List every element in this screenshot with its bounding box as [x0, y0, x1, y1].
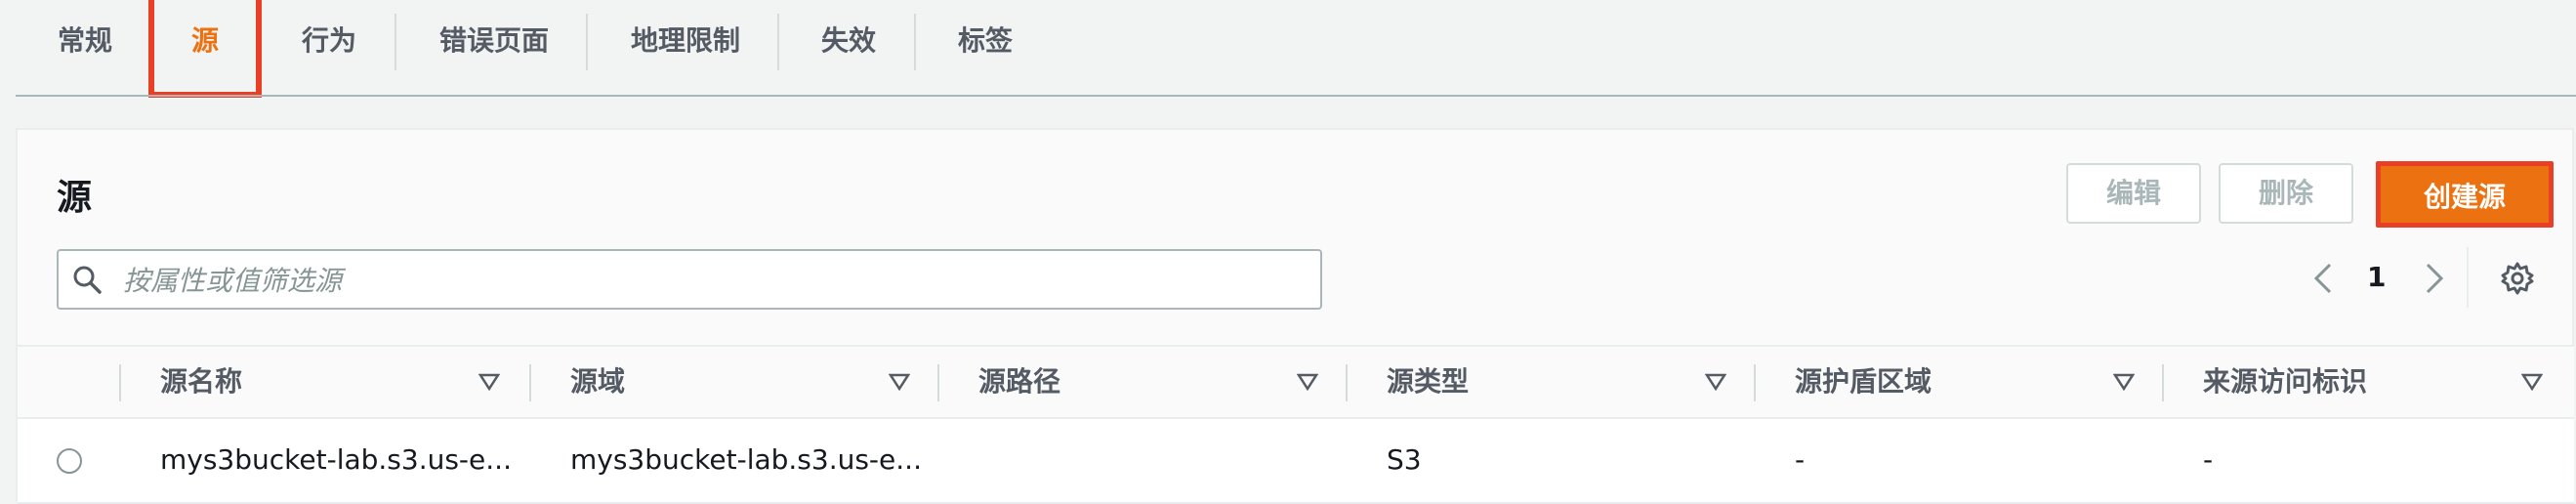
tab-general[interactable]: 常规	[57, 0, 113, 82]
tab-divider	[586, 14, 588, 70]
search-icon	[73, 266, 102, 294]
cell-origin-domain: mys3bucket-lab.s3.us-e...	[570, 443, 922, 476]
origins-panel: 源 编辑 删除 创建源 1 源名称 源域 源路径 源类型	[16, 128, 2574, 504]
cell-access-identity: -	[2203, 443, 2214, 476]
column-divider	[119, 364, 121, 401]
pager-divider	[2467, 247, 2469, 308]
column-divider	[1346, 364, 1348, 401]
sort-down-icon[interactable]	[2113, 372, 2135, 392]
edit-button[interactable]: 编辑	[2066, 163, 2201, 224]
panel-title: 源	[57, 178, 93, 218]
sort-down-icon[interactable]	[478, 372, 500, 392]
table-header: 源名称 源域 源路径 源类型 源护盾区域 来源访问标识	[18, 345, 2574, 419]
sort-down-icon[interactable]	[889, 372, 910, 392]
tab-divider	[914, 14, 916, 70]
column-divider	[529, 364, 531, 401]
column-divider	[1754, 364, 1756, 401]
tab-underline	[16, 95, 2576, 97]
table-row[interactable]: mys3bucket-lab.s3.us-e... mys3bucket-lab…	[18, 419, 2574, 504]
cell-shield-region: -	[1795, 443, 1806, 476]
cell-origin-name: mys3bucket-lab.s3.us-e...	[160, 443, 512, 476]
tab-invalidations[interactable]: 失效	[820, 0, 877, 82]
column-header-shield-region[interactable]: 源护盾区域	[1795, 347, 1932, 417]
column-header-access-identity[interactable]: 来源访问标识	[2203, 347, 2367, 417]
sort-down-icon[interactable]	[2521, 372, 2543, 392]
page-number[interactable]: 1	[2367, 261, 2386, 293]
tab-origins-highlight	[148, 0, 262, 98]
delete-button[interactable]: 删除	[2219, 163, 2353, 224]
column-header-origin-domain[interactable]: 源域	[570, 347, 625, 417]
create-origin-button[interactable]: 创建源	[2376, 161, 2554, 228]
column-divider	[2162, 364, 2164, 401]
column-header-origin-type[interactable]: 源类型	[1387, 347, 1469, 417]
chevron-left-icon[interactable]	[2308, 259, 2338, 298]
tab-tags[interactable]: 标签	[957, 0, 1014, 82]
tab-behaviors[interactable]: 行为	[301, 0, 357, 82]
cell-origin-type: S3	[1387, 443, 1422, 476]
sort-down-icon[interactable]	[1705, 372, 1726, 392]
gear-icon[interactable]	[2500, 261, 2535, 296]
column-header-origin-path[interactable]: 源路径	[978, 347, 1060, 417]
tab-geo-restrictions[interactable]: 地理限制	[629, 0, 742, 82]
tab-divider	[395, 14, 396, 70]
chevron-right-icon[interactable]	[2420, 259, 2449, 298]
column-header-origin-name[interactable]: 源名称	[160, 347, 242, 417]
row-select-radio[interactable]	[57, 448, 82, 474]
search-box	[57, 249, 1322, 310]
tab-error-pages[interactable]: 错误页面	[437, 0, 551, 82]
tab-bar: 常规 源 行为 错误页面 地理限制 失效 标签	[0, 0, 2576, 98]
sort-down-icon[interactable]	[1297, 372, 1318, 392]
column-divider	[937, 364, 939, 401]
search-input[interactable]	[121, 251, 1297, 310]
tab-divider	[777, 14, 779, 70]
